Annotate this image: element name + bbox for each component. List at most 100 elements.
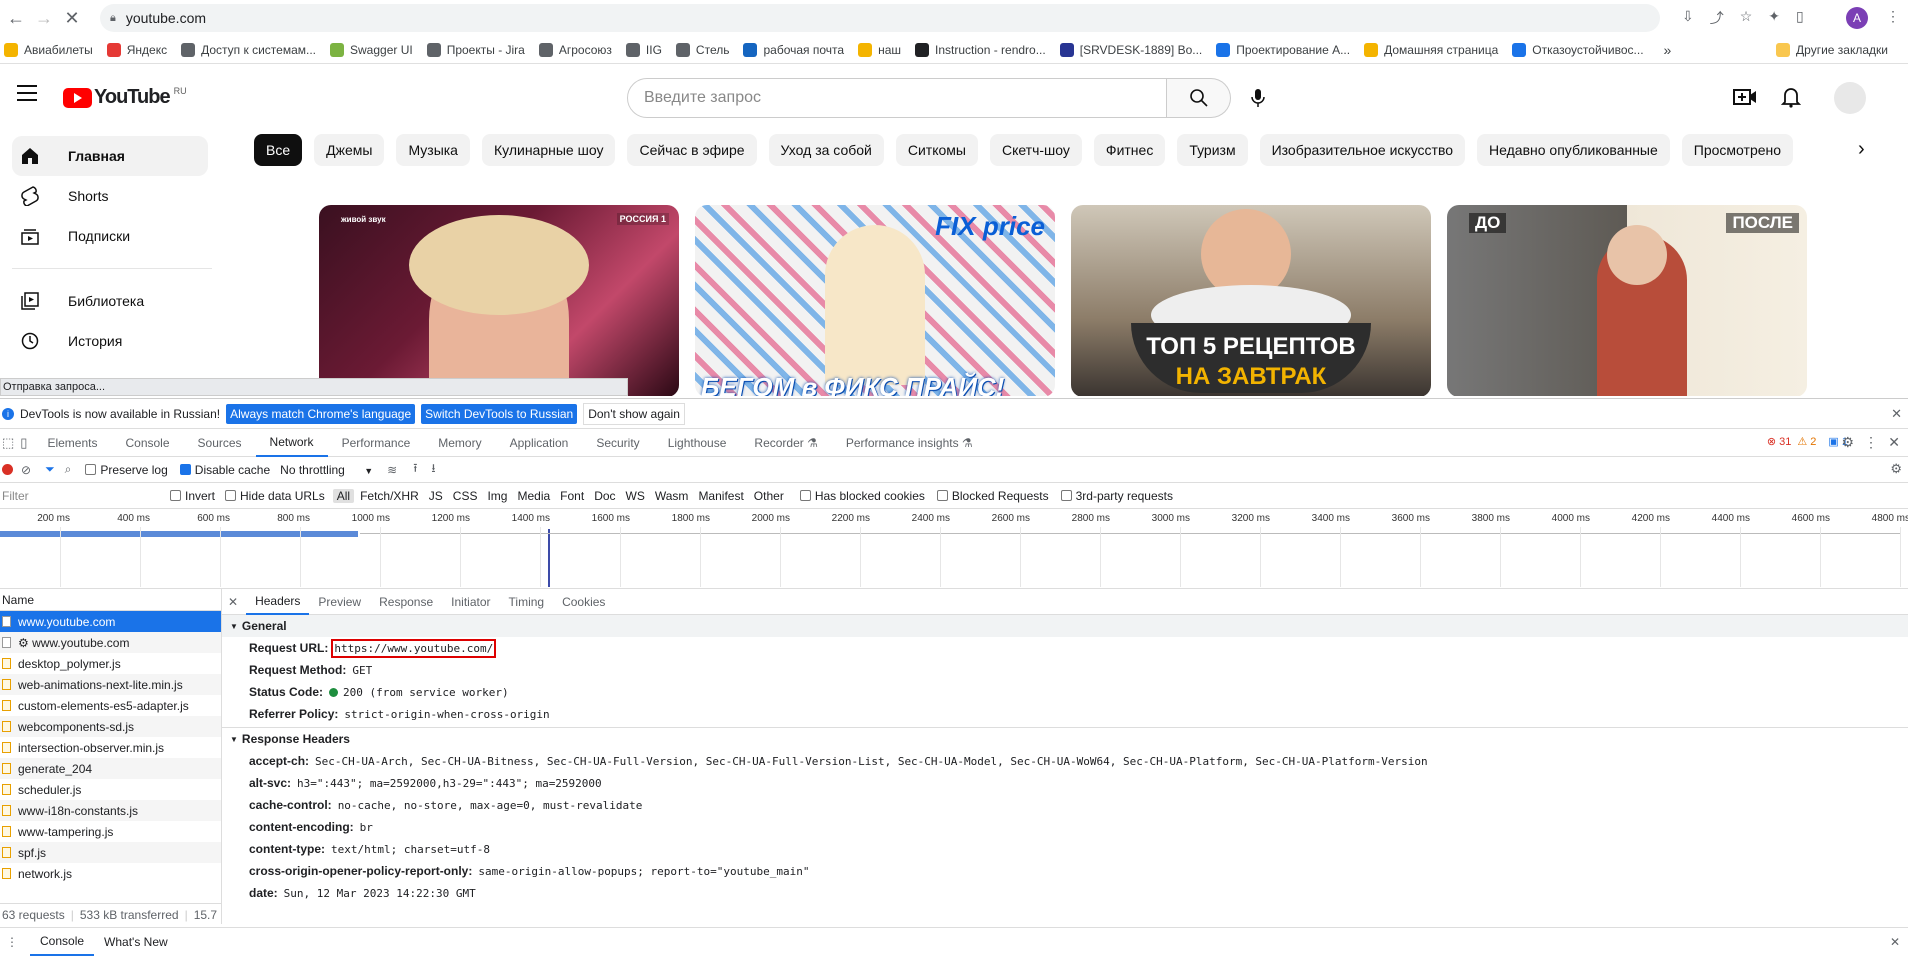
devtools-tab-application[interactable]: Application bbox=[496, 429, 583, 457]
request-row[interactable]: spf.js bbox=[0, 842, 221, 863]
settings-gear-icon[interactable]: ⚙ bbox=[1841, 434, 1854, 451]
other-bookmarks[interactable]: Другие закладки bbox=[1776, 42, 1888, 57]
hide-data-urls-checkbox[interactable] bbox=[225, 490, 237, 501]
dont-show-again-button[interactable]: Don't show again bbox=[583, 402, 685, 425]
filter-type-wasm[interactable]: Wasm bbox=[651, 489, 693, 503]
chip-8[interactable]: Скетч-шоу bbox=[989, 134, 1082, 166]
filter-type-img[interactable]: Img bbox=[483, 489, 511, 503]
stop-loading-icon[interactable]: ✕ bbox=[58, 4, 86, 32]
name-column-header[interactable]: Name bbox=[0, 589, 221, 611]
header-value[interactable]: no-cache, no-store, max-age=0, must-reva… bbox=[338, 799, 643, 812]
header-value[interactable]: 200 (from service worker) bbox=[343, 686, 509, 699]
match-language-button[interactable]: Always match Chrome's language bbox=[226, 403, 416, 424]
warnings-count[interactable]: ⚠ 2 bbox=[1797, 435, 1816, 448]
network-settings-icon[interactable]: ⚙ bbox=[1890, 461, 1902, 477]
sidebar-item-library[interactable]: Библиотека bbox=[12, 281, 208, 321]
sidepanel-icon[interactable]: ▯ bbox=[1796, 8, 1804, 28]
bookmarks-overflow-icon[interactable]: » bbox=[1664, 42, 1672, 58]
blocked-requests-checkbox[interactable] bbox=[936, 490, 948, 501]
bookmark-item[interactable]: Swagger UI bbox=[330, 42, 413, 57]
devtools-tab-lighthouse[interactable]: Lighthouse bbox=[654, 429, 741, 457]
filter-type-doc[interactable]: Doc bbox=[590, 489, 619, 503]
network-overview-timeline[interactable]: 200 ms 400 ms 600 ms 800 ms 1000 ms 1200 ms 14… bbox=[0, 509, 1908, 589]
chip-3[interactable]: Музыка bbox=[396, 134, 470, 166]
chip-10[interactable]: Туризм bbox=[1177, 134, 1248, 166]
drawer-tab-console[interactable]: Console bbox=[30, 928, 95, 956]
request-row[interactable]: www.youtube.com bbox=[0, 611, 221, 632]
general-section-header[interactable]: ▼ General bbox=[222, 615, 1908, 637]
blocked-cookies-checkbox[interactable] bbox=[799, 490, 811, 501]
header-value[interactable]: h3=":443"; ma=2592000,h3-29=":443"; ma=2… bbox=[297, 777, 602, 790]
bookmark-item[interactable]: Яндекс bbox=[106, 42, 167, 57]
request-row[interactable]: generate_204 bbox=[0, 758, 221, 779]
detail-tab-timing[interactable]: Timing bbox=[500, 589, 554, 615]
address-bar[interactable]: 🔒︎ youtube.com bbox=[100, 4, 1660, 32]
import-har-icon[interactable]: ⭱ bbox=[413, 459, 417, 480]
devtools-tab-sources[interactable]: Sources bbox=[184, 429, 256, 457]
drawer-menu-icon[interactable]: ⋮ bbox=[6, 935, 18, 949]
bookmark-item[interactable]: Доступ к системам... bbox=[181, 42, 316, 57]
forward-icon[interactable]: → bbox=[30, 4, 58, 32]
throttling-select[interactable]: No throttling ▼ bbox=[280, 463, 373, 477]
devtools-tab-performance-insights[interactable]: Performance insights ⚗ bbox=[832, 429, 987, 457]
bookmark-item[interactable]: Instruction - rendro... bbox=[915, 42, 1046, 57]
bookmark-item[interactable]: Отказоустойчивос... bbox=[1512, 42, 1644, 57]
install-icon[interactable]: ⇩ bbox=[1682, 8, 1694, 28]
chip-7[interactable]: Ситкомы bbox=[895, 134, 978, 166]
request-row[interactable]: web-animations-next-lite.min.js bbox=[0, 674, 221, 695]
devtools-menu-icon[interactable]: ⋮ bbox=[1864, 434, 1878, 451]
devtools-tab-performance[interactable]: Performance bbox=[328, 429, 425, 457]
chip-6[interactable]: Уход за собой bbox=[768, 134, 884, 166]
close-infobar-icon[interactable]: ✕ bbox=[1891, 406, 1902, 422]
close-devtools-icon[interactable]: ✕ bbox=[1888, 434, 1900, 451]
header-value[interactable]: Sec-CH-UA-Arch, Sec-CH-UA-Bitness, Sec-C… bbox=[315, 755, 1428, 768]
sidebar-item-shorts[interactable]: Shorts bbox=[12, 176, 208, 216]
chip-13[interactable]: Просмотрено bbox=[1681, 134, 1794, 166]
chip-2[interactable]: Джемы bbox=[314, 134, 385, 166]
detail-tab-headers[interactable]: Headers bbox=[246, 589, 310, 615]
header-value[interactable]: GET bbox=[352, 664, 372, 677]
bookmark-item[interactable]: наш bbox=[858, 42, 901, 57]
filter-funnel-icon[interactable]: ⏷ bbox=[45, 462, 55, 477]
filter-type-fetch-xhr[interactable]: Fetch/XHR bbox=[356, 489, 423, 503]
hamburger-menu-icon[interactable] bbox=[17, 85, 37, 101]
record-icon[interactable] bbox=[2, 464, 13, 475]
sidebar-item-subscriptions[interactable]: Подписки bbox=[12, 216, 208, 256]
share-icon[interactable]: ⤴ bbox=[1710, 8, 1724, 28]
preserve-log-checkbox[interactable] bbox=[85, 464, 97, 475]
invert-checkbox[interactable] bbox=[170, 490, 181, 501]
filter-type-media[interactable]: Media bbox=[513, 489, 554, 503]
device-toggle-icon[interactable]: ▯ bbox=[20, 435, 27, 451]
export-har-icon[interactable]: ⭳ bbox=[431, 459, 435, 480]
request-row[interactable]: ⚙ www.youtube.com bbox=[0, 632, 221, 653]
bookmark-item[interactable]: рабочая почта bbox=[743, 42, 844, 57]
sidebar-item-history[interactable]: История bbox=[12, 321, 208, 361]
back-icon[interactable]: ← bbox=[2, 4, 30, 32]
chip-1[interactable]: Все bbox=[254, 134, 303, 166]
inspect-element-icon[interactable]: ⬚ bbox=[2, 435, 14, 451]
youtube-logo[interactable]: YouTube RU bbox=[63, 86, 187, 109]
request-row[interactable]: scheduler.js bbox=[0, 779, 221, 800]
switch-language-button[interactable]: Switch DevTools to Russian bbox=[421, 403, 578, 424]
header-value[interactable]: br bbox=[360, 821, 373, 834]
bookmark-item[interactable]: Проекты - Jira bbox=[426, 42, 525, 57]
sidebar-item-home[interactable]: Главная bbox=[12, 136, 208, 176]
close-details-icon[interactable]: ✕ bbox=[222, 595, 246, 609]
chip-9[interactable]: Фитнес bbox=[1093, 134, 1166, 166]
devtools-tab-elements[interactable]: Elements bbox=[33, 429, 111, 457]
profile-avatar[interactable]: A bbox=[1846, 7, 1868, 29]
extensions-icon[interactable]: ✦ bbox=[1768, 8, 1780, 28]
filter-type-manifest[interactable]: Manifest bbox=[694, 489, 747, 503]
third-party-checkbox[interactable] bbox=[1060, 490, 1072, 501]
bookmark-item[interactable]: Домашняя страница bbox=[1364, 42, 1498, 57]
filter-type-ws[interactable]: WS bbox=[622, 489, 649, 503]
video-thumbnail[interactable]: живой звук РОССИЯ 1 bbox=[319, 205, 679, 396]
errors-count[interactable]: ⊗ 31 bbox=[1767, 435, 1792, 448]
devtools-tab-memory[interactable]: Memory bbox=[424, 429, 495, 457]
filter-input[interactable]: Filter bbox=[0, 489, 160, 503]
notifications-bell-icon[interactable] bbox=[1781, 86, 1801, 108]
request-row[interactable]: intersection-observer.min.js bbox=[0, 737, 221, 758]
search-input[interactable]: Введите запрос bbox=[627, 78, 1167, 118]
request-row[interactable]: desktop_polymer.js bbox=[0, 653, 221, 674]
devtools-tab-network[interactable]: Network bbox=[255, 429, 328, 457]
